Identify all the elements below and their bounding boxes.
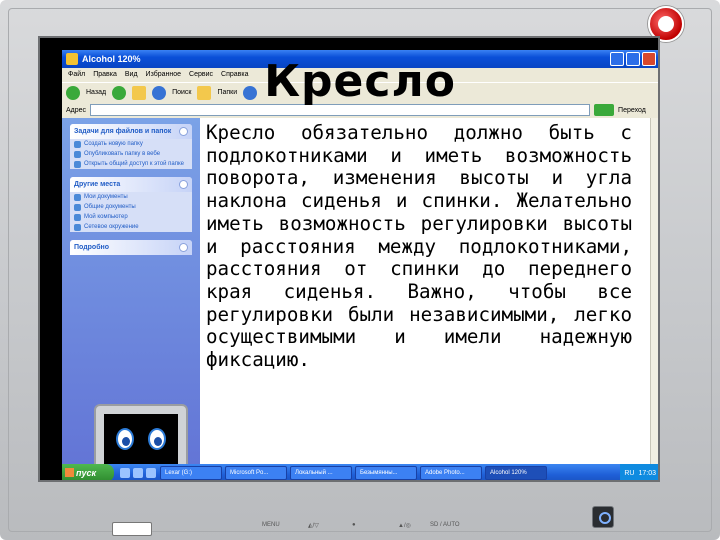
power-button[interactable] [592, 506, 614, 528]
auto-button[interactable]: SD / AUTO [430, 522, 460, 528]
go-label[interactable]: Переход [618, 107, 646, 114]
task-new-folder[interactable]: Создать новую папку [70, 139, 192, 149]
task-powerpoint[interactable]: Microsoft Po... [225, 466, 287, 480]
panel-details-header[interactable]: Подробно [70, 240, 192, 255]
select-button[interactable]: ● [352, 522, 356, 528]
slide-title: Кресло [264, 56, 456, 107]
system-tray: RU 17:03 [620, 464, 658, 480]
task-photoshop[interactable]: Adobe Photo... [420, 466, 482, 480]
slide-body-text: Кресло обязательно должно быть с подлоко… [206, 121, 632, 372]
taskbar: пуск Lexar (G:) Microsoft Po... Локальны… [62, 464, 658, 480]
vertical-scrollbar[interactable] [650, 118, 658, 464]
chevron-up-icon[interactable] [179, 180, 188, 189]
place-my-computer[interactable]: Мой компьютер [70, 212, 192, 222]
task-local-disk[interactable]: Локальный ... [290, 466, 352, 480]
panel-title: Задачи для файлов и папок [74, 128, 172, 135]
task-lexar[interactable]: Lexar (G:) [160, 466, 222, 480]
mascot-eye [148, 428, 166, 450]
auto-label: SD / AUTO [430, 522, 460, 528]
monitor-bezel: Alcohol 120% Файл Правка Вид Избранное С… [0, 0, 720, 540]
task-share-folder[interactable]: Открыть общий доступ к этой папке [70, 159, 192, 169]
place-my-documents[interactable]: Мои документы [70, 192, 192, 202]
chevron-up-icon[interactable] [179, 127, 188, 136]
quick-launch-icon[interactable] [120, 468, 130, 478]
quick-launch-icon[interactable] [146, 468, 156, 478]
brand-logo-icon [112, 522, 152, 536]
chevron-down-icon[interactable] [179, 243, 188, 252]
panel-other-places-header[interactable]: Другие места [70, 177, 192, 192]
menu-button[interactable]: MENU [262, 522, 280, 528]
panel-other-places: Другие места Мои документы Общие докумен… [70, 177, 192, 232]
place-shared-documents[interactable]: Общие документы [70, 202, 192, 212]
clock: 17:03 [638, 469, 656, 477]
task-untitled[interactable]: Безымянны... [355, 466, 417, 480]
panel-file-tasks: Задачи для файлов и папок Создать новую … [70, 124, 192, 169]
address-label: Адрес [66, 106, 87, 114]
panel-details: Подробно [70, 240, 192, 255]
menu-label: MENU [262, 522, 280, 528]
adjust-button[interactable]: ▲/◎ [398, 522, 411, 529]
place-network[interactable]: Сетевое окружение [70, 222, 192, 232]
quick-launch [120, 468, 156, 478]
start-button[interactable]: пуск [62, 464, 114, 480]
task-alcohol[interactable]: Alcohol 120% [485, 466, 547, 480]
volume-button[interactable]: ◭/▽ [308, 522, 319, 529]
panel-file-tasks-header[interactable]: Задачи для файлов и папок [70, 124, 192, 139]
task-pane: Задачи для файлов и папок Создать новую … [62, 118, 200, 480]
task-publish-folder[interactable]: Опубликовать папку в вебе [70, 149, 192, 159]
quick-launch-icon[interactable] [133, 468, 143, 478]
mascot-eye [116, 428, 134, 450]
panel-title: Подробно [74, 244, 110, 251]
language-indicator[interactable]: RU [624, 470, 634, 477]
panel-title: Другие места [74, 181, 121, 188]
